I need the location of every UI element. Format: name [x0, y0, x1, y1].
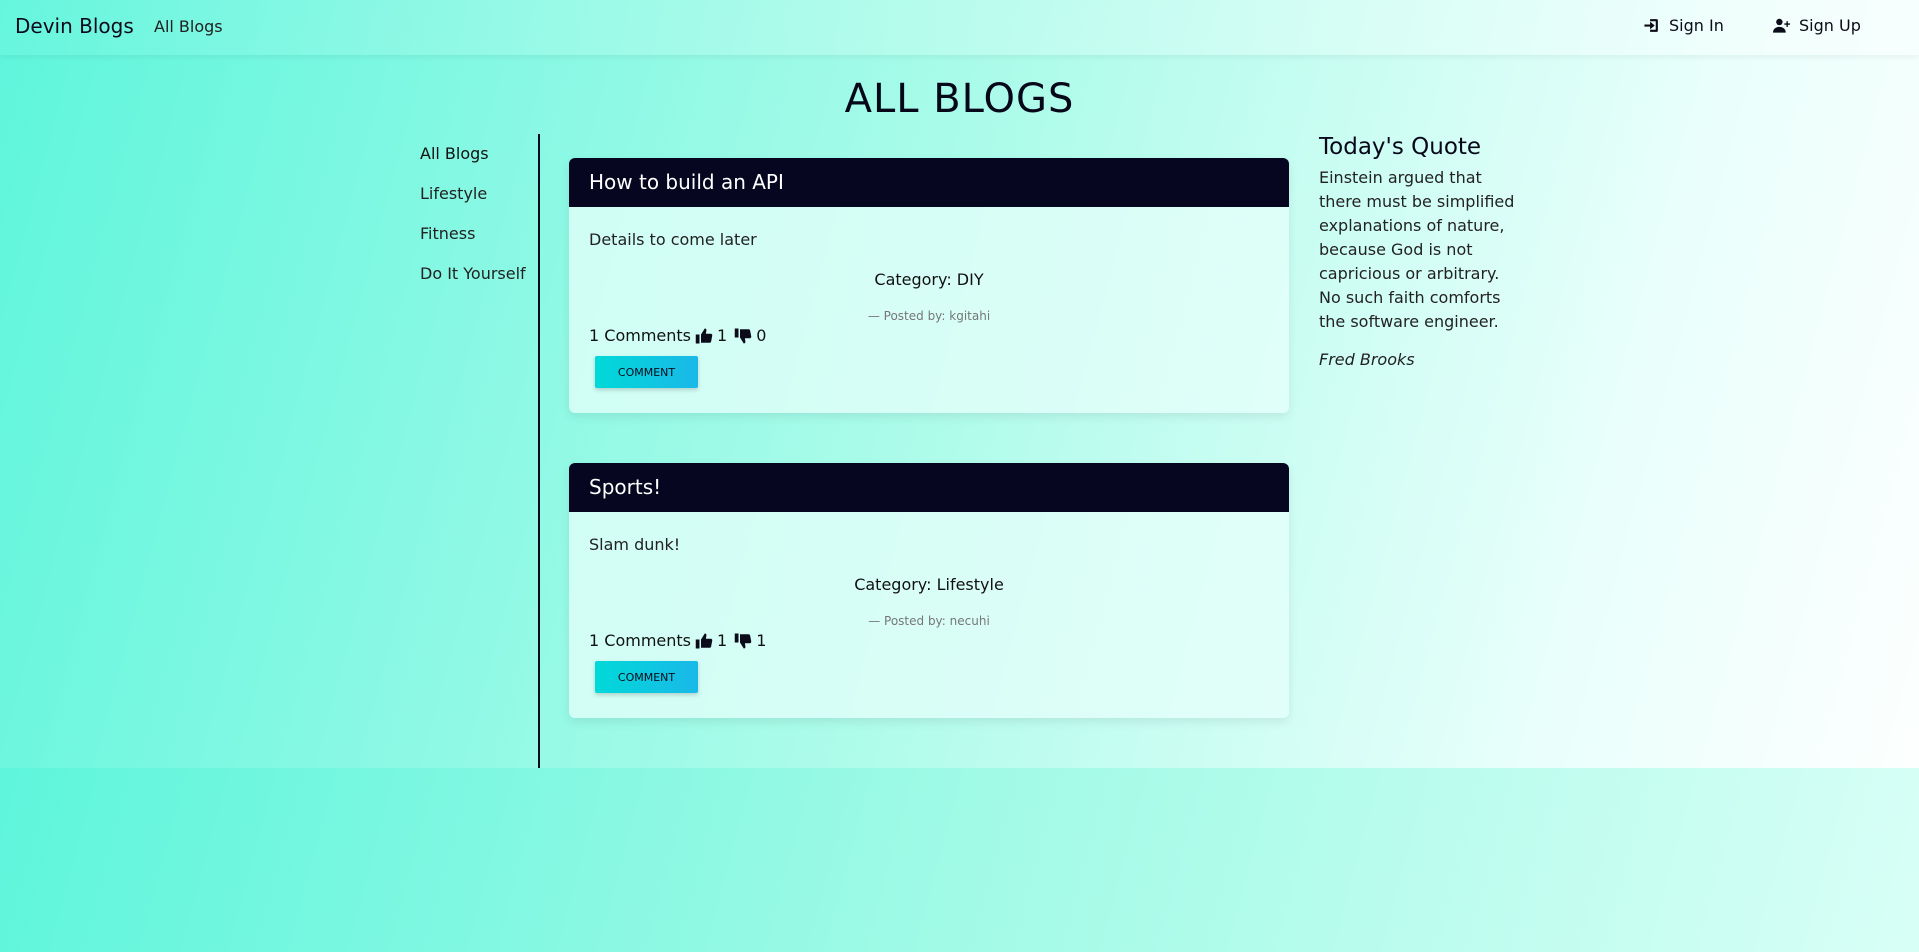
likes-count: 1 [717, 326, 728, 345]
comments-count: 1 Comments [589, 326, 691, 345]
sign-up-link[interactable]: Sign Up [1773, 16, 1861, 35]
post-author: — Posted by: necuhi [868, 614, 990, 628]
sign-in-label: Sign In [1669, 16, 1724, 35]
dislikes-count: 1 [756, 631, 767, 650]
quote-heading: Today's Quote [1319, 134, 1482, 160]
likes-count: 1 [717, 631, 728, 650]
comment-button[interactable]: COMMENT [595, 356, 698, 388]
thumbs-up-icon[interactable] [695, 327, 713, 345]
sign-in-icon [1644, 19, 1658, 32]
page-title: ALL BLOGS [844, 76, 1075, 122]
post-author: — Posted by: kgitahi [867, 309, 991, 323]
sign-up-label: Sign Up [1799, 16, 1861, 35]
thumbs-down-icon[interactable] [734, 327, 752, 345]
top-navbar: Devin Blogs All Blogs Sign In Sign Up [0, 0, 1919, 55]
user-plus-icon [1773, 18, 1790, 33]
brand-logo[interactable]: Devin Blogs [15, 14, 134, 38]
post-stats: 1 Comments 1 1 [589, 631, 766, 650]
post-body: Details to come later [589, 230, 757, 249]
post-body: Slam dunk! [589, 535, 681, 554]
todays-quote-panel: Today's Quote Einstein argued that there… [1319, 134, 1519, 369]
post-category: Category: DIY [874, 270, 984, 289]
nav-link-all-blogs[interactable]: All Blogs [154, 17, 223, 36]
post-title[interactable]: Sports! [569, 463, 1289, 512]
sidebar-item-lifestyle[interactable]: Lifestyle [420, 184, 487, 203]
blog-post-card: Sports! Slam dunk! Category: Lifestyle —… [569, 463, 1289, 718]
quote-author: Fred Brooks [1319, 350, 1415, 369]
post-title[interactable]: How to build an API [569, 158, 1289, 207]
dislikes-count: 0 [756, 326, 767, 345]
post-stats: 1 Comments 1 0 [589, 326, 766, 345]
comment-button[interactable]: COMMENT [595, 661, 698, 693]
comments-count: 1 Comments [589, 631, 691, 650]
sidebar-item-fitness[interactable]: Fitness [420, 224, 475, 243]
thumbs-up-icon[interactable] [695, 632, 713, 650]
blog-post-card: How to build an API Details to come late… [569, 158, 1289, 413]
thumbs-down-icon[interactable] [734, 632, 752, 650]
category-sidebar: All Blogs Lifestyle Fitness Do It Yourse… [420, 134, 540, 768]
post-category: Category: Lifestyle [854, 575, 1004, 594]
page-footer-area [0, 768, 1919, 952]
quote-text: Einstein argued that there must be simpl… [1319, 168, 1515, 331]
sign-in-link[interactable]: Sign In [1643, 16, 1724, 35]
sidebar-item-do-it-yourself[interactable]: Do It Yourself [420, 264, 526, 283]
sidebar-item-all-blogs[interactable]: All Blogs [420, 144, 489, 163]
